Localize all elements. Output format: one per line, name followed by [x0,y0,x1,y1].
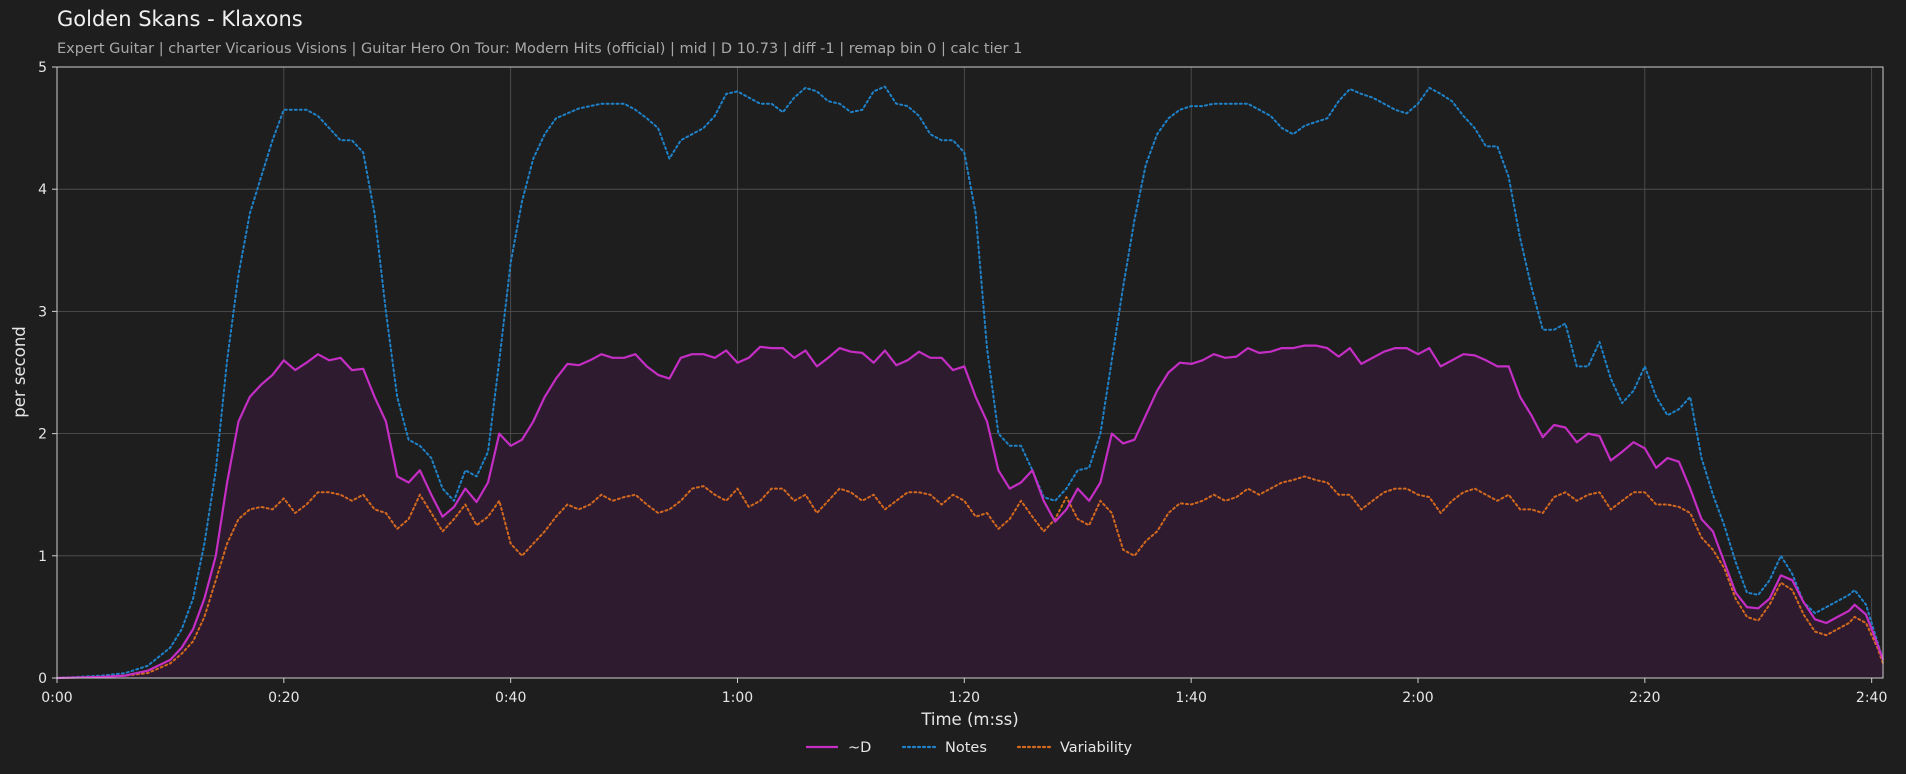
x-tick-label: 0:40 [495,690,526,706]
y-tick-label: 4 [38,182,47,198]
line-chart: 0:00 0:20 0:40 1:00 1:20 1:40 2:00 2:20 2:40 0 1 2… [10,60,1887,756]
y-tick-label: 2 [38,427,47,443]
x-tick-label: 2:40 [1856,690,1887,706]
y-tick-label: 3 [38,304,47,320]
x-tick-label: 1:00 [722,690,753,706]
y-axis-label: per second [10,326,29,418]
x-axis-ticks: 0:00 0:20 0:40 1:00 1:20 1:40 2:00 2:20 2:40 [41,678,1887,706]
legend-label: ~D [848,740,871,756]
y-tick-label: 1 [38,549,47,565]
x-tick-label: 0:20 [268,690,299,706]
x-axis-label: Time (m:ss) [920,710,1018,729]
y-axis-ticks: 0 1 2 3 4 5 [38,60,57,687]
x-tick-label: 1:20 [949,690,980,706]
y-tick-label: 5 [38,60,47,76]
x-tick-label: 2:20 [1629,690,1660,706]
x-tick-label: 1:40 [1175,690,1206,706]
legend: ~D Notes Variability [806,740,1133,756]
y-tick-label: 0 [38,671,47,687]
legend-label: Notes [945,740,987,756]
x-tick-label: 0:00 [41,690,72,706]
legend-label: Variability [1060,740,1133,756]
x-tick-label: 2:00 [1402,690,1433,706]
